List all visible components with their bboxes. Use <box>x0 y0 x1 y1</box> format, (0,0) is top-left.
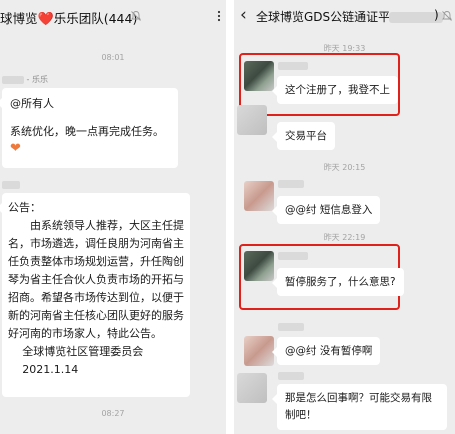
sender-name-blurred <box>278 252 308 260</box>
avatar[interactable] <box>244 336 274 366</box>
timestamp: 08:01 <box>101 53 125 62</box>
message-bubble[interactable]: 交易平台 <box>272 122 335 151</box>
heart-emoji: ❤ <box>10 141 21 157</box>
chat-title[interactable]: 全球博览GDS公链通证平 <box>256 8 390 25</box>
timestamp: 昨天 20:15 <box>323 163 366 172</box>
sender-name: - 乐乐 <box>2 74 48 85</box>
sender-name-blurred <box>278 62 308 70</box>
message-text: 暂停服务了，什么意思? <box>285 276 396 288</box>
avatar[interactable] <box>244 251 274 281</box>
sender-name-blurred <box>2 75 24 84</box>
mute-icon <box>131 11 141 21</box>
message-bubble[interactable]: @所有人 系统优化，晚一点再完成任务。 ❤ <box>0 88 178 168</box>
message-bubble[interactable]: @@纣 短信息登入 <box>271 196 381 225</box>
chat-title-text: 全球博览GDS公链通证平 <box>256 10 391 24</box>
chat-title-prefix: 球博览 <box>0 11 38 26</box>
message-text: 系统优化，晚一点再完成任务。 <box>10 125 164 139</box>
sender-name-blurred <box>278 323 304 331</box>
announcement-bubble[interactable]: 公告： 由系统领导人推荐，大区主任提名，市场遴选，调任良朋为河南省主任负责整体市… <box>0 193 190 397</box>
chat-title-end: ) <box>434 8 439 22</box>
avatar[interactable] <box>244 61 274 91</box>
message-bubble[interactable]: 暂停服务了，什么意思? <box>272 268 404 297</box>
message-text: @@纣 没有暂停啊 <box>285 345 373 357</box>
chat-title-suffix: 乐乐团队(444) <box>53 11 138 26</box>
timestamp: 昨天 22:19 <box>323 233 366 242</box>
chat-header: ‹ 全球博览GDS公链通证平 ) <box>234 0 455 34</box>
message-bubble[interactable]: 那是怎么回事啊？可能交易有限制吧！ <box>272 384 447 430</box>
chat-title[interactable]: 球博览❤️乐乐团队(444) <box>0 8 137 27</box>
mention-text: @所有人 <box>10 97 54 110</box>
message-text: 那是怎么回事啊？可能交易有限制吧！ <box>285 392 432 421</box>
sender-name-blurred <box>278 180 304 188</box>
timestamp: 08:27 <box>101 409 125 418</box>
announcement-body: 由系统领导人推荐，大区主任提名，市场遴选，调任良朋为河南省主任负责整体市场规划运… <box>8 219 184 341</box>
message-text: 交易平台 <box>285 130 327 142</box>
message-bubble[interactable]: 这个注册了，我登不上 <box>272 76 398 105</box>
sender-name-suffix: - 乐乐 <box>26 75 48 84</box>
announcement-date: 2021.1.14 <box>22 363 79 377</box>
avatar[interactable] <box>244 181 274 211</box>
chat-header: 球博览❤️乐乐团队(444) <box>0 0 226 34</box>
avatar[interactable] <box>237 373 267 403</box>
group-chat-panel: 球博览❤️乐乐团队(444) 08:01 - 乐乐 @所有人 系统优化，晚一点再… <box>0 0 226 434</box>
announcement-signature: 全球博览社区管理委员会 <box>22 345 144 359</box>
back-icon[interactable]: ‹ <box>240 5 247 25</box>
private-chat-panel: ‹ 全球博览GDS公链通证平 ) 昨天 19:33 这个注册了，我登不上 交易平… <box>234 0 455 434</box>
heart-emoji: ❤️ <box>37 12 54 27</box>
message-bubble[interactable]: @@纣 没有暂停啊 <box>271 337 381 366</box>
more-icon[interactable] <box>213 10 225 22</box>
avatar[interactable] <box>237 105 267 135</box>
mute-icon <box>442 11 452 21</box>
announcement-title: 公告： <box>8 201 41 214</box>
message-text: @@纣 短信息登入 <box>285 204 373 216</box>
message-text: 这个注册了，我登不上 <box>285 84 390 96</box>
sender-name-blurred <box>278 372 304 380</box>
sender-name-blurred <box>2 181 20 189</box>
